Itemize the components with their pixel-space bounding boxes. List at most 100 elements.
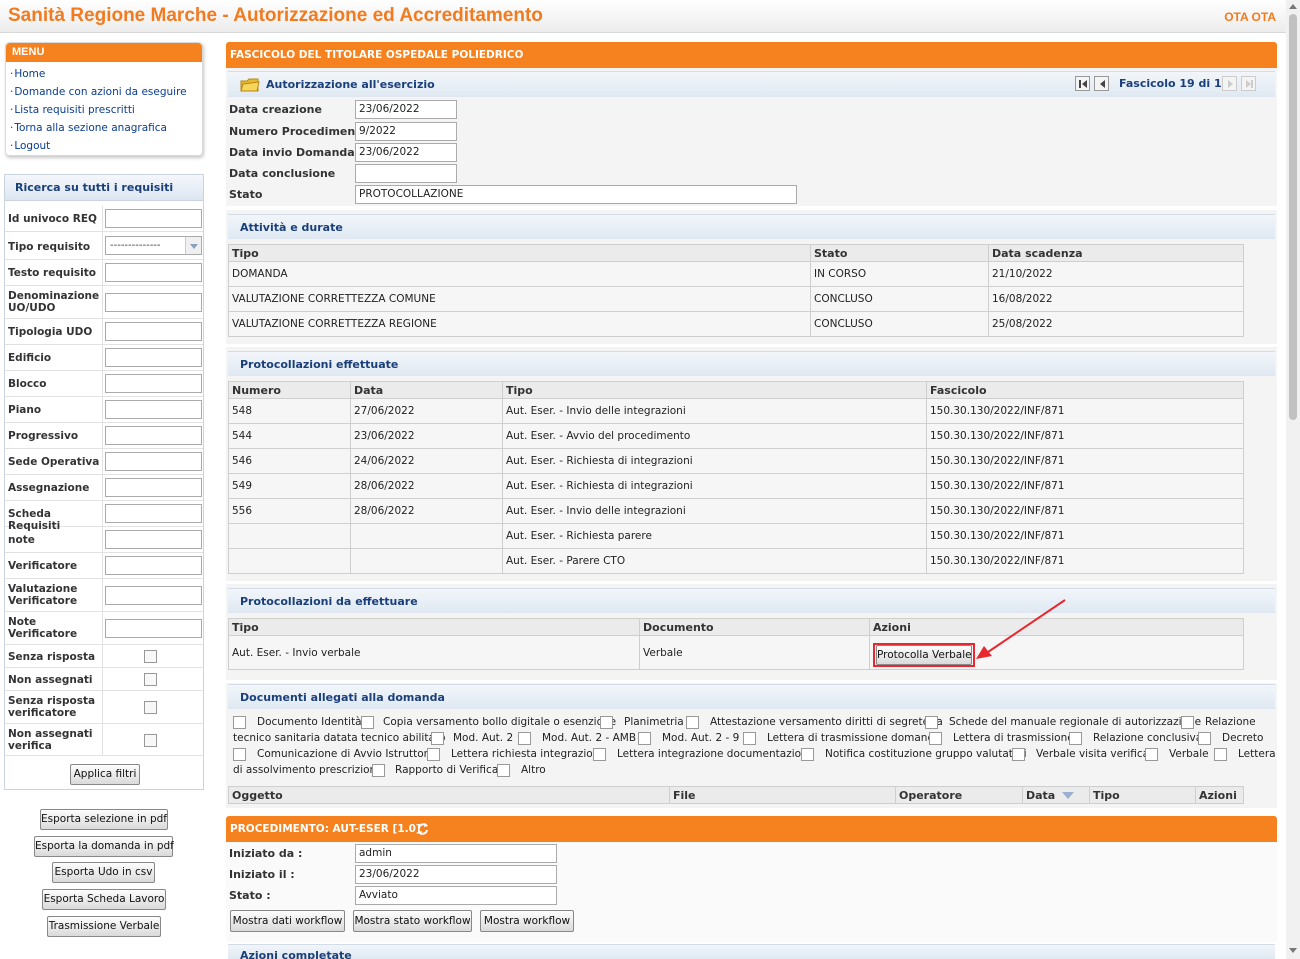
senza-risposta-verificatore-checkbox[interactable] (144, 701, 157, 714)
doc-checkbox[interactable] (593, 748, 606, 761)
scroll-up-arrow-icon[interactable] (1289, 4, 1297, 9)
doc-checkbox[interactable] (1181, 716, 1194, 729)
doc-checkbox[interactable] (431, 732, 444, 745)
column-header[interactable]: File (669, 786, 896, 804)
note-input[interactable] (105, 530, 202, 549)
stato-procedimento-field[interactable]: Avviato (355, 886, 557, 905)
doc-checkbox[interactable] (925, 716, 938, 729)
fascicolo-subheader: Autorizzazione all'esercizio (228, 71, 1275, 97)
tipo-requisito-select[interactable]: -------------- (105, 236, 202, 255)
column-header[interactable]: Tipo (228, 244, 811, 262)
trasmissione-verbale-button[interactable]: Trasmissione Verbale (47, 916, 161, 937)
da-effettuare-table: Tipo Documento Azioni Aut. Eser. - Invio… (228, 618, 1244, 670)
column-header[interactable]: Tipo (228, 618, 640, 636)
assegnazione-input[interactable] (105, 478, 202, 497)
column-header[interactable]: Tipo (1089, 786, 1196, 804)
export-selection-pdf-button[interactable]: Esporta selezione in pdf (40, 809, 168, 830)
export-scheda-lavoro-button[interactable]: Esporta Scheda Lavoro (42, 889, 166, 910)
non-assegnati-verifica-checkbox[interactable] (144, 734, 157, 747)
sort-down-icon[interactable] (1062, 792, 1075, 799)
blocco-input[interactable] (105, 374, 202, 393)
cell: DOMANDA (228, 261, 811, 287)
data-invio-field[interactable]: 23/06/2022 (355, 143, 457, 162)
doc-checkbox[interactable] (801, 748, 814, 761)
cell: 27/06/2022 (350, 398, 503, 424)
scheda-requisiti-input[interactable] (105, 504, 202, 523)
scrollbar[interactable] (1286, 0, 1300, 959)
column-header[interactable]: Oggetto (228, 786, 670, 804)
numero-procedimento-field[interactable]: 9/2022 (355, 122, 457, 141)
apply-filters-button[interactable]: Applica filtri (70, 764, 140, 785)
column-header[interactable]: Data scadenza (988, 244, 1244, 262)
edificio-input[interactable] (105, 348, 202, 367)
tipologia-udo-input[interactable] (105, 322, 202, 341)
menu-item-logout[interactable]: Logout (6, 137, 202, 155)
doc-checkbox[interactable] (1012, 748, 1025, 761)
senza-risposta-checkbox[interactable] (144, 650, 157, 663)
menu-item-home[interactable]: Home (6, 65, 202, 83)
data-conclusione-field[interactable] (355, 164, 457, 183)
doc-checkbox[interactable] (1214, 748, 1227, 761)
first-page-button[interactable] (1075, 76, 1090, 91)
doc-checkbox[interactable] (929, 732, 942, 745)
doc-checkbox[interactable] (743, 732, 756, 745)
column-header[interactable]: Azioni (1195, 786, 1244, 804)
column-header[interactable]: Fascicolo (926, 381, 1244, 399)
column-header[interactable]: Tipo (502, 381, 927, 399)
menu-item-domande[interactable]: Domande con azioni da eseguire (6, 83, 202, 101)
protocolla-verbale-button[interactable]: Protocolla Verbale (876, 645, 972, 665)
progressivo-input[interactable] (105, 426, 202, 445)
refresh-icon[interactable] (416, 822, 430, 836)
next-page-button[interactable] (1222, 76, 1237, 91)
scrollbar-thumb[interactable] (1289, 14, 1297, 420)
note-verificatore-input[interactable] (105, 619, 202, 638)
last-page-button[interactable] (1241, 76, 1256, 91)
table-row: 556 28/06/2022 Aut. Eser. - Invio delle in… (228, 498, 1244, 524)
mostra-dati-workflow-button[interactable]: Mostra dati workflow (230, 910, 345, 932)
column-header[interactable]: Documento (639, 618, 870, 636)
doc-checkbox[interactable] (372, 764, 385, 777)
doc-checkbox[interactable] (427, 748, 440, 761)
iniziato-il-field[interactable]: 23/06/2022 (355, 865, 557, 884)
non-assegnati-checkbox[interactable] (144, 673, 157, 686)
mostra-workflow-button[interactable]: Mostra workflow (480, 910, 574, 932)
doc-checkbox[interactable] (233, 748, 246, 761)
doc-checkbox[interactable] (233, 716, 246, 729)
iniziato-da-field[interactable]: admin (355, 844, 557, 863)
cell: 25/08/2022 (988, 311, 1244, 337)
column-header[interactable]: Azioni (869, 618, 1244, 636)
mostra-stato-workflow-button[interactable]: Mostra stato workflow (353, 910, 472, 932)
id-univoco-input[interactable] (105, 209, 202, 228)
column-header[interactable]: Numero (228, 381, 351, 399)
doc-checkbox[interactable] (361, 716, 374, 729)
stato-field[interactable]: PROTOCOLLAZIONE (355, 185, 797, 204)
doc-checkbox[interactable] (686, 716, 699, 729)
column-header[interactable]: Stato (810, 244, 989, 262)
doc-checkbox[interactable] (518, 732, 531, 745)
sede-operativa-input[interactable] (105, 452, 202, 471)
doc-checkbox[interactable] (638, 732, 651, 745)
column-header[interactable]: Data (350, 381, 503, 399)
column-header[interactable]: Operatore (895, 786, 1023, 804)
menu-item-anagrafica[interactable]: Torna alla sezione anagrafica (6, 119, 202, 137)
denominazione-input[interactable] (105, 293, 202, 312)
menu-item-lista-requisiti[interactable]: Lista requisiti prescritti (6, 101, 202, 119)
filter-row-piano: Piano (5, 397, 203, 423)
prev-page-button[interactable] (1094, 76, 1109, 91)
data-creazione-field[interactable]: 23/06/2022 (355, 100, 457, 119)
column-header-data[interactable]: Data (1022, 786, 1090, 804)
doc-checkbox[interactable] (1069, 732, 1082, 745)
filter-label: Id univoco REQ (8, 213, 97, 225)
export-udo-csv-button[interactable]: Esporta Udo in csv (52, 862, 155, 883)
doc-checkbox[interactable] (600, 716, 613, 729)
piano-input[interactable] (105, 400, 202, 419)
doc-checkbox[interactable] (1145, 748, 1158, 761)
verificatore-input[interactable] (105, 556, 202, 575)
export-domanda-pdf-button[interactable]: Esporta la domanda in pdf (34, 836, 174, 857)
doc-checkbox[interactable] (1198, 732, 1211, 745)
scroll-down-arrow-icon[interactable] (1289, 948, 1297, 953)
doc-checkbox[interactable] (497, 764, 510, 777)
valutazione-verificatore-input[interactable] (105, 586, 202, 605)
testo-requisito-input[interactable] (105, 263, 202, 282)
user-name[interactable]: OTA OTA (1224, 10, 1276, 24)
